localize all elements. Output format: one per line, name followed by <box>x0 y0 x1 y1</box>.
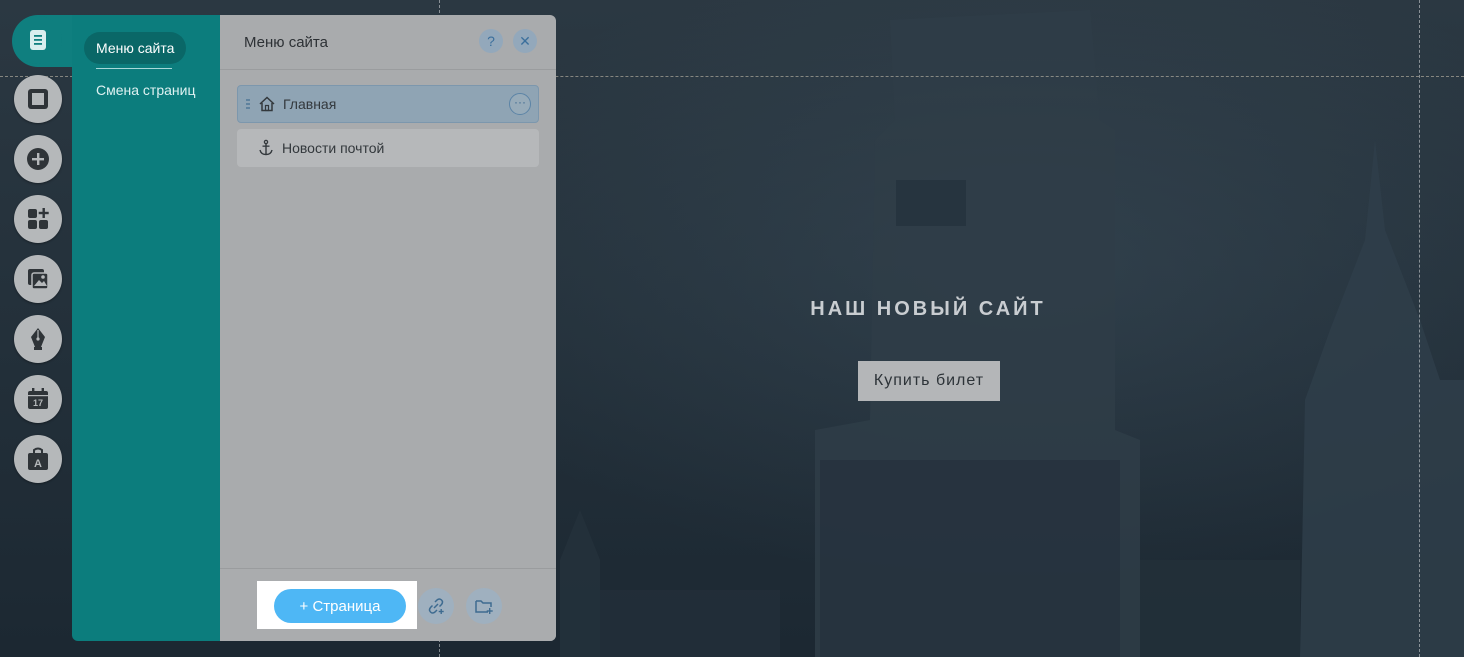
add-folder-button[interactable] <box>466 588 502 624</box>
right-guide-line <box>1419 0 1420 657</box>
background-tool-button[interactable] <box>14 75 62 123</box>
add-icon <box>27 148 49 170</box>
buy-ticket-button[interactable]: Купить билет <box>858 361 1000 401</box>
bookings-icon: 17 <box>28 388 48 409</box>
page-row-home[interactable]: Главная ··· <box>237 85 539 123</box>
anchor-icon <box>259 139 273 156</box>
help-button[interactable]: ? <box>479 29 503 53</box>
apps-icon <box>28 208 49 229</box>
media-tool-button[interactable] <box>14 255 62 303</box>
background-icon <box>28 89 48 109</box>
folder-add-icon <box>475 600 493 614</box>
page-row-newsletter[interactable]: Новости почтой <box>237 129 539 167</box>
site-menu-submenu: Меню сайта Смена страниц <box>72 15 220 641</box>
close-button[interactable]: ✕ <box>513 29 537 53</box>
svg-text:17: 17 <box>33 398 43 408</box>
panel-header: Меню сайта ? ✕ <box>220 15 556 70</box>
page-more-button[interactable]: ··· <box>509 93 531 115</box>
apps-tool-button[interactable] <box>14 195 62 243</box>
media-icon <box>28 269 49 290</box>
store-icon: A <box>28 447 48 470</box>
drag-handle-icon[interactable] <box>246 99 250 109</box>
store-tool-button[interactable]: A <box>14 435 62 483</box>
add-tool-button[interactable] <box>14 135 62 183</box>
close-icon: ✕ <box>519 32 531 49</box>
hero-title[interactable]: НАШ НОВЫЙ САЙТ <box>740 298 1116 321</box>
add-link-button[interactable] <box>418 588 454 624</box>
page-label-newsletter: Новости почтой <box>282 140 385 156</box>
panel-title: Меню сайта <box>244 34 328 51</box>
submenu-divider <box>96 68 172 69</box>
add-page-button[interactable]: + Страница <box>274 589 406 623</box>
blog-icon <box>31 328 45 350</box>
pages-icon <box>30 30 46 50</box>
help-icon: ? <box>487 33 495 49</box>
panel-footer: + Страница <box>220 568 556 641</box>
svg-text:A: A <box>34 458 42 470</box>
pages-tool-button[interactable] <box>14 16 62 64</box>
page-label-home: Главная <box>283 96 337 112</box>
submenu-item-page-transitions[interactable]: Смена страниц <box>96 82 195 98</box>
submenu-item-site-menu[interactable]: Меню сайта <box>84 32 187 64</box>
blog-tool-button[interactable] <box>14 315 62 363</box>
site-menu-panel: Меню сайта ? ✕ Главная ··· Новости почто… <box>220 15 556 641</box>
link-icon <box>428 598 444 614</box>
home-icon <box>259 96 275 112</box>
bookings-tool-button[interactable]: 17 <box>14 375 62 423</box>
